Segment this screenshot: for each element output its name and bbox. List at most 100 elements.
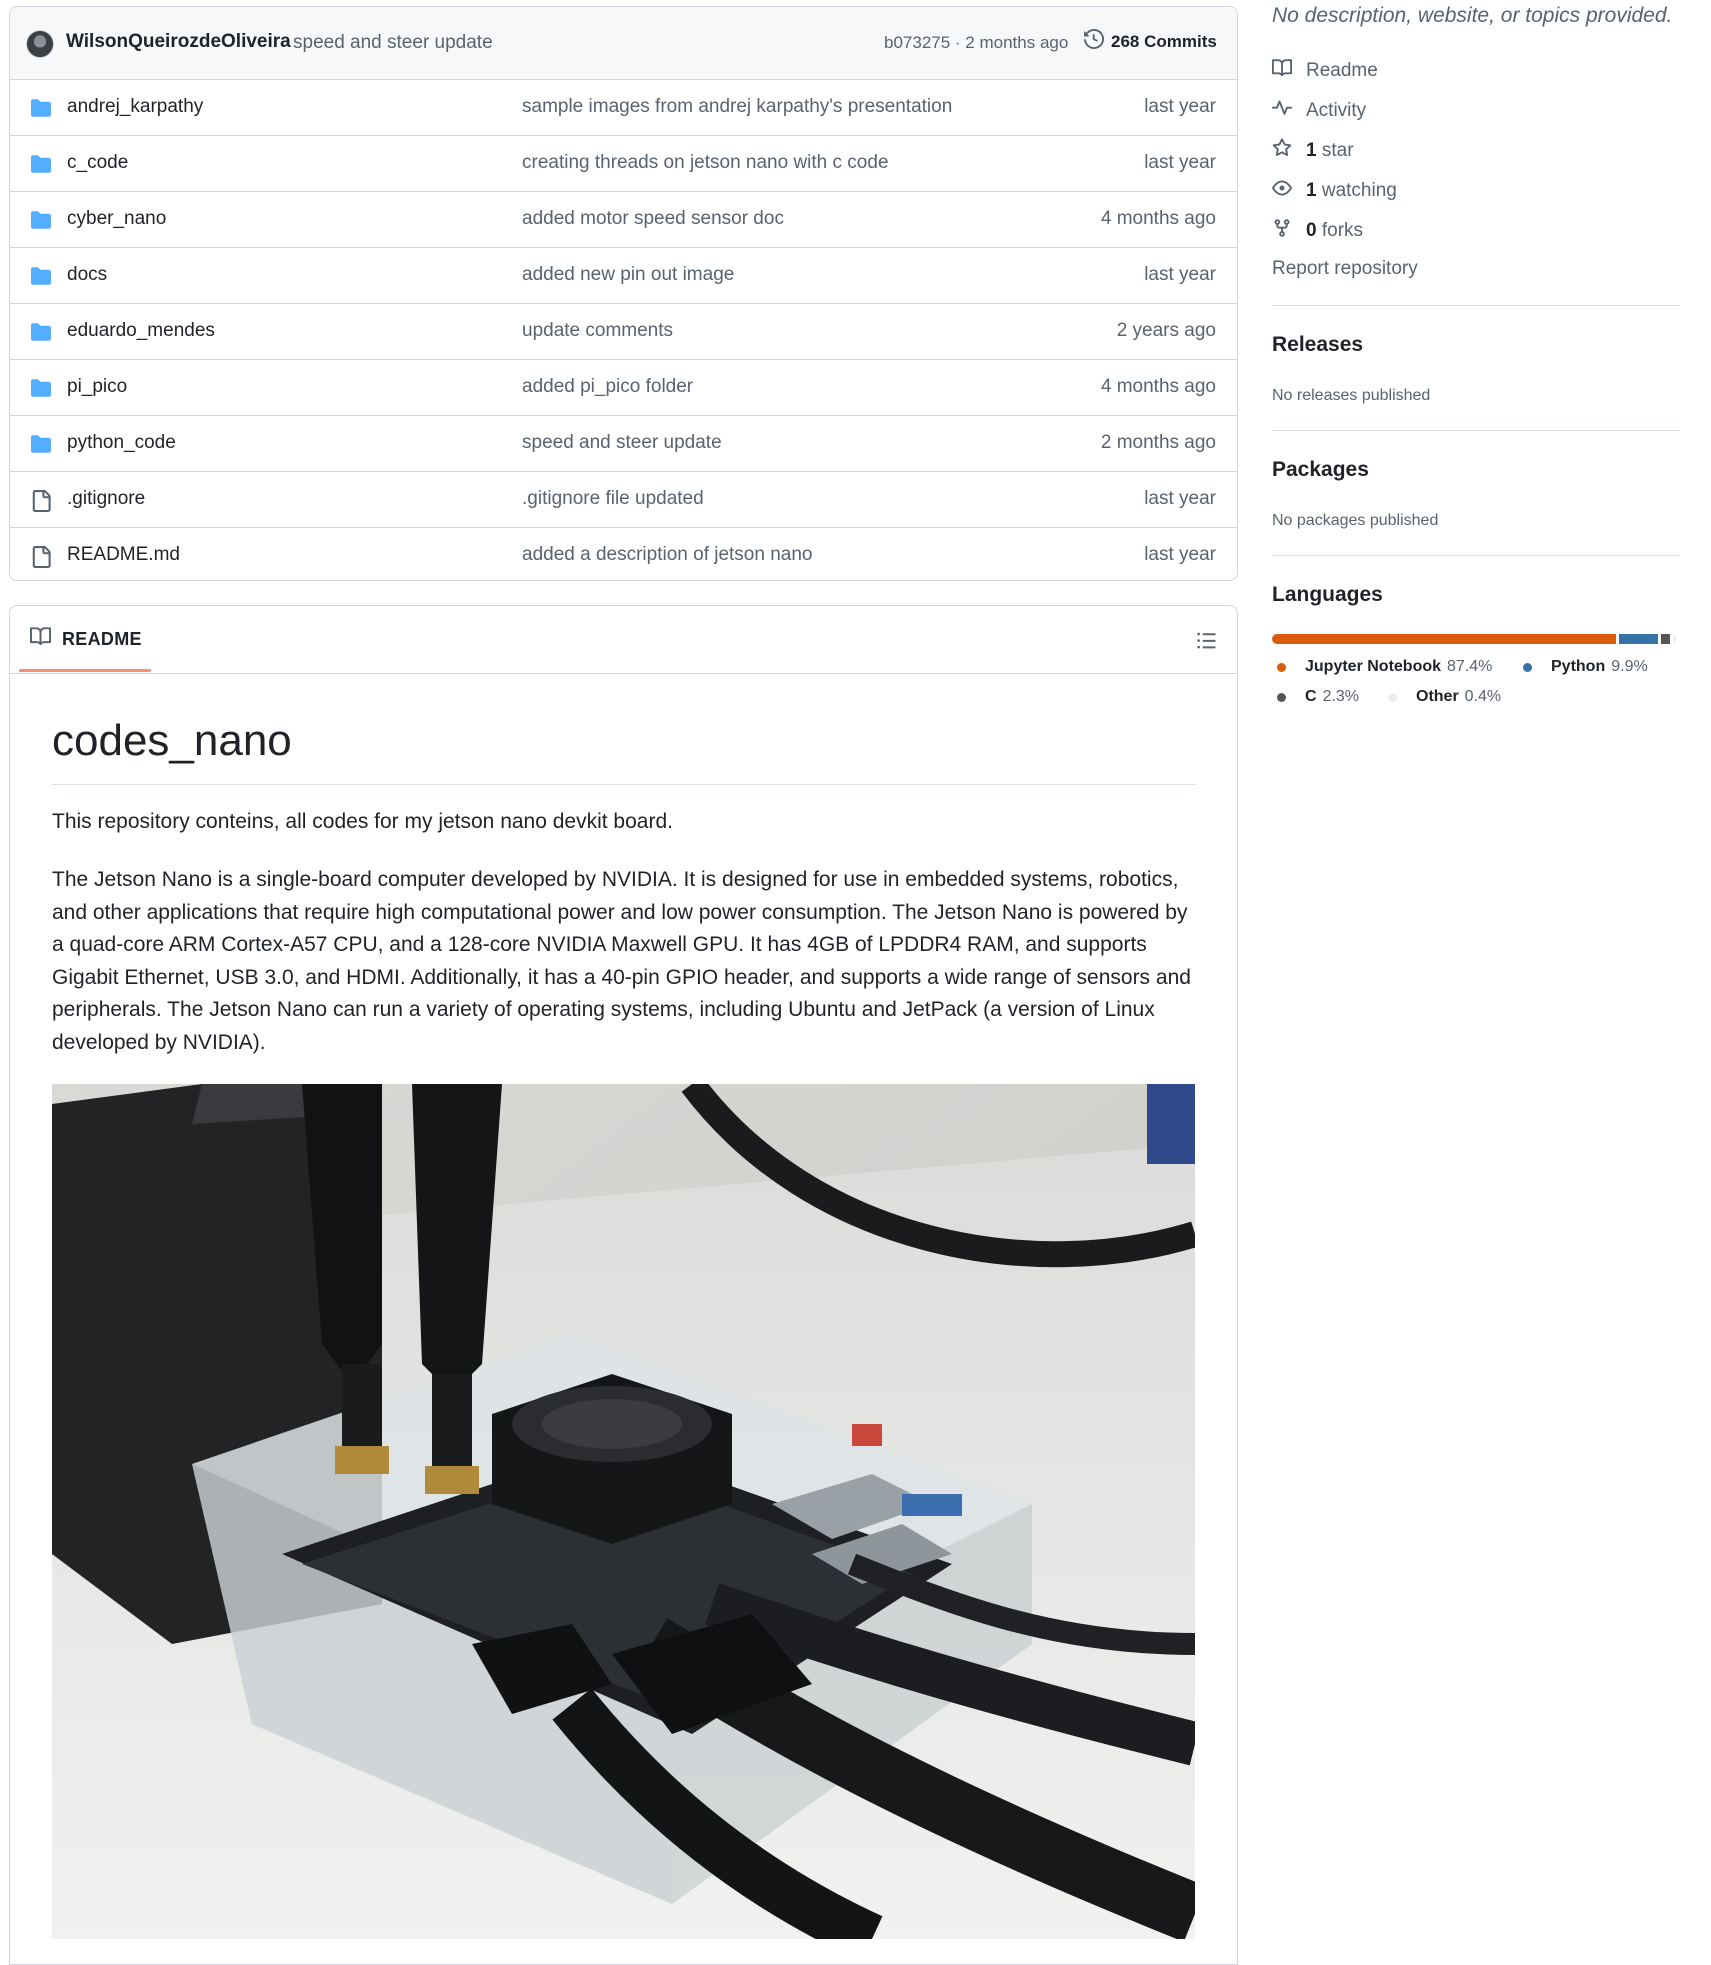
forks-link[interactable]: 0 forks [1272, 218, 1363, 244]
file-commit-time: 4 months ago [1100, 376, 1216, 397]
file-commit-time: last year [1144, 264, 1216, 285]
file-commit-time: last year [1144, 152, 1216, 173]
language-name: Jupyter Notebook [1305, 658, 1442, 675]
file-commit-message-link[interactable]: .gitignore file updated [522, 488, 704, 510]
list-icon [1196, 632, 1217, 655]
folder-icon [30, 434, 52, 459]
file-name-link[interactable]: pi_pico [67, 376, 127, 398]
file-row[interactable]: docs added new pin out image last year [10, 248, 1237, 304]
commits-count-label: 268 Commits [1111, 31, 1217, 51]
stars-link[interactable]: 1 star [1272, 138, 1354, 164]
file-name-link[interactable]: c_code [67, 152, 128, 174]
file-commit-time: 4 months ago [1100, 208, 1216, 229]
file-list: WilsonQueirozdeOliveira speed and steer … [9, 6, 1238, 581]
file-name-link[interactable]: README.md [67, 544, 180, 566]
book-icon [30, 626, 52, 652]
file-commit-message-link[interactable]: speed and steer update [522, 432, 722, 454]
activity-link-label: Activity [1306, 100, 1367, 121]
file-icon [30, 490, 52, 517]
file-commit-message-link[interactable]: added new pin out image [522, 264, 734, 286]
readme-link[interactable]: Readme [1272, 58, 1378, 84]
file-name-link[interactable]: cyber_nano [67, 208, 166, 230]
language-percent: 2.3% [1322, 688, 1360, 705]
sidebar-divider [1272, 305, 1680, 306]
releases-empty-text: No releases published [1272, 387, 1431, 404]
readme-tab-underline [19, 669, 151, 672]
readme-paragraph-1: This repository conteins, all codes for … [52, 810, 673, 833]
file-row[interactable]: eduardo_mendes update comments 2 years ago [10, 304, 1237, 360]
language-dot [1388, 692, 1397, 702]
watching-label: watching [1321, 180, 1397, 201]
file-commit-time: 2 months ago [1100, 432, 1216, 453]
readme-paragraph-2: The Jetson Nano is a single-board comput… [52, 868, 1191, 1054]
language-bar-segment [1660, 634, 1670, 644]
file-commit-message-link[interactable]: sample images from andrej karpathy's pre… [522, 96, 952, 118]
file-name-link[interactable]: docs [67, 264, 107, 286]
outline-toggle-button[interactable] [1196, 630, 1217, 656]
file-commit-time: 2 years ago [1116, 320, 1216, 341]
readme-tab[interactable]: README [30, 626, 142, 652]
fork-icon [1272, 218, 1292, 244]
file-row[interactable]: pi_pico added pi_pico folder 4 months ago [10, 360, 1237, 416]
avatar[interactable] [26, 30, 54, 58]
forks-label: forks [1321, 220, 1364, 241]
activity-link[interactable]: Activity [1272, 98, 1366, 124]
file-row[interactable]: c_code creating threads on jetson nano wi… [10, 136, 1237, 192]
file-name-link[interactable]: eduardo_mendes [67, 320, 215, 342]
file-row[interactable]: .gitignore .gitignore file updated last ye… [10, 472, 1237, 528]
file-commit-time: last year [1144, 96, 1216, 117]
file-commit-time: last year [1144, 488, 1216, 509]
watching-count: 1 [1306, 180, 1317, 201]
language-item-python[interactable]: Python 9.9% [1523, 658, 1648, 676]
readme-tab-label: README [62, 628, 142, 649]
file-row[interactable]: python_code speed and steer update 2 month… [10, 416, 1237, 472]
stars-label: star [1321, 140, 1354, 161]
language-dot [1277, 692, 1286, 702]
language-percent: 0.4% [1464, 688, 1502, 705]
commit-sha-time[interactable]: b073275 · 2 months ago [884, 33, 1068, 53]
releases-heading[interactable]: Releases [1272, 333, 1363, 357]
file-name-link[interactable]: python_code [67, 432, 176, 454]
file-commit-message-link[interactable]: added motor speed sensor doc [522, 208, 784, 230]
file-commit-message-link[interactable]: creating threads on jetson nano with c c… [522, 152, 889, 174]
folder-icon [30, 98, 52, 123]
folder-icon [30, 266, 52, 291]
folder-icon [30, 322, 52, 347]
readme-panel: README codes_nano This repository contei… [9, 605, 1238, 1965]
file-commit-message-link[interactable]: update comments [522, 320, 673, 342]
folder-icon [30, 378, 52, 403]
readme-link-label: Readme [1306, 60, 1378, 81]
language-item-jupyter[interactable]: Jupyter Notebook 87.4% [1277, 658, 1492, 676]
language-item-c[interactable]: C 2.3% [1277, 688, 1359, 706]
languages-bar [1272, 634, 1676, 644]
language-bar-segment [1618, 634, 1658, 644]
commit-author-link[interactable]: WilsonQueirozdeOliveira [66, 31, 291, 53]
commits-history-button[interactable]: 268 Commits [1084, 28, 1217, 54]
history-icon [1084, 28, 1105, 54]
language-name: C [1305, 688, 1317, 705]
file-commit-message-link[interactable]: added a description of jetson nano [522, 544, 813, 566]
packages-heading[interactable]: Packages [1272, 458, 1369, 482]
language-name: Python [1551, 658, 1606, 675]
language-item-other: Other 0.4% [1388, 688, 1501, 706]
latest-commit-bar: WilsonQueirozdeOliveira speed and steer … [10, 7, 1237, 80]
report-repository-link[interactable]: Report repository [1272, 258, 1418, 280]
language-dot [1523, 662, 1532, 672]
languages-heading: Languages [1272, 583, 1383, 606]
file-row[interactable]: andrej_karpathy sample images from andrej… [10, 80, 1237, 136]
sidebar-divider [1272, 555, 1680, 556]
language-percent: 87.4% [1447, 658, 1493, 675]
star-icon [1272, 138, 1292, 164]
language-percent: 9.9% [1611, 658, 1648, 675]
file-name-link[interactable]: .gitignore [67, 488, 145, 510]
stars-count: 1 [1306, 140, 1317, 161]
book-icon [1272, 58, 1293, 84]
watching-link[interactable]: 1 watching [1272, 178, 1397, 204]
file-commit-message-link[interactable]: added pi_pico folder [522, 376, 693, 398]
jetson-nano-photo[interactable] [52, 1076, 1207, 1962]
file-name-link[interactable]: andrej_karpathy [67, 96, 203, 118]
file-row[interactable]: cyber_nano added motor speed sensor doc 4 … [10, 192, 1237, 248]
file-row[interactable]: README.md added a description of jetson n… [10, 528, 1237, 580]
commit-message-link[interactable]: speed and steer update [293, 32, 493, 54]
folder-icon [30, 210, 52, 235]
